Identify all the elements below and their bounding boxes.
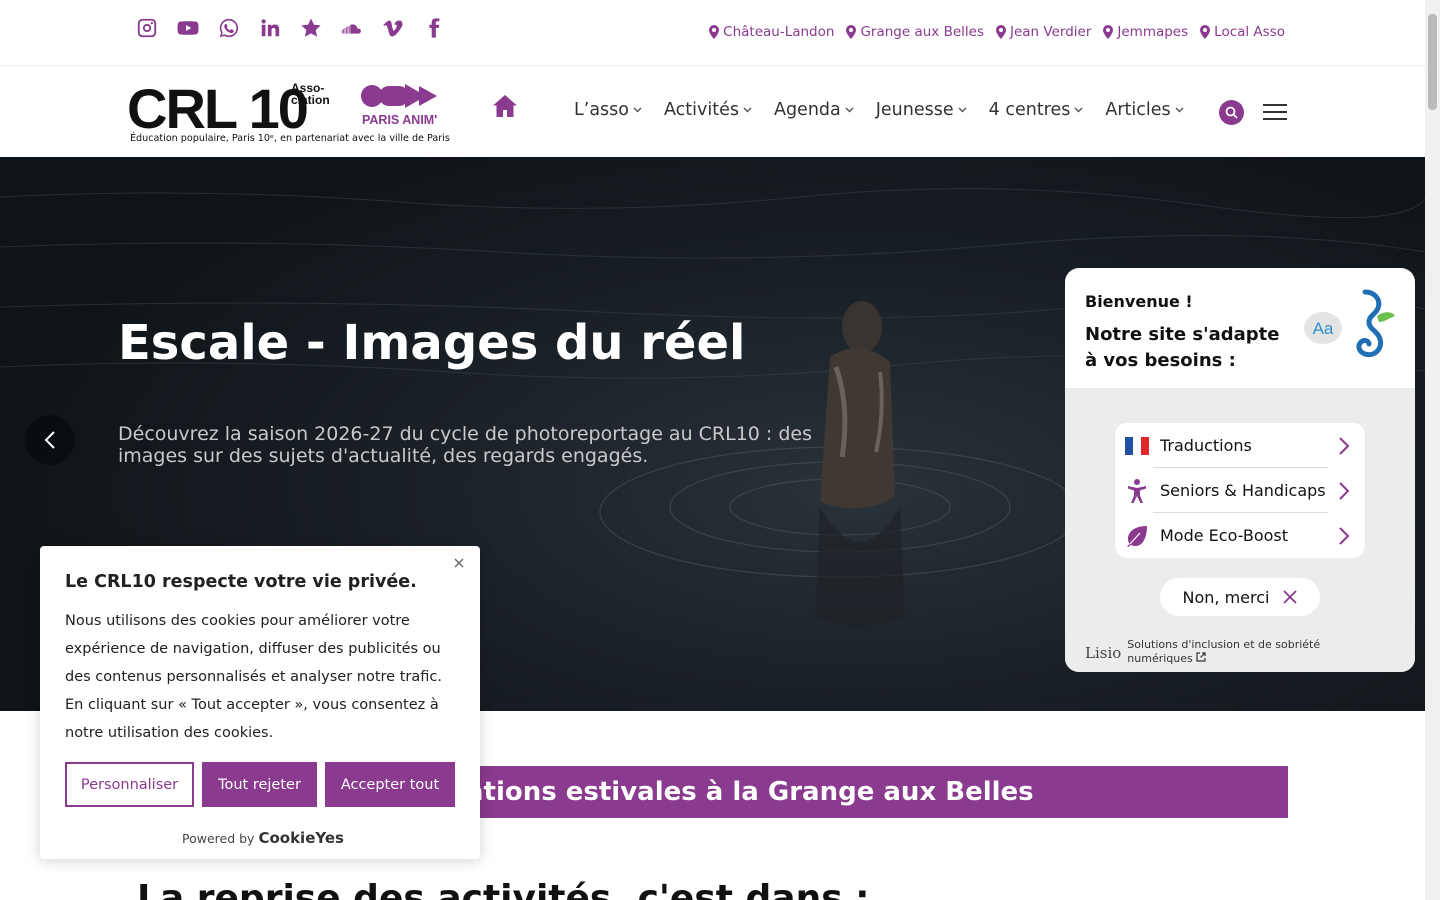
nav-item-agenda[interactable]: Agenda <box>774 100 854 120</box>
nav-item-jeunesse[interactable]: Jeunesse <box>876 100 967 120</box>
main-nav: L’asso Activités Agenda Jeunesse 4 centr… <box>574 100 1184 120</box>
cookieyes-logo: CookieYes <box>258 829 344 847</box>
cookie-text: Nous utilisons des cookies pour améliore… <box>65 613 442 741</box>
chevron-down-icon <box>633 107 642 113</box>
location-link[interactable]: Grange aux Belles <box>846 24 984 40</box>
soundcloud-icon[interactable] <box>338 14 365 41</box>
hero-description: Découvrez la saison 2026-27 du cycle de … <box>118 423 813 467</box>
section-heading: La reprise des activités, c'est dans : <box>137 878 870 900</box>
leaf-icon <box>1125 525 1149 547</box>
hero-title: Escale - Images du réel <box>118 315 746 371</box>
map-pin-icon <box>1200 25 1211 39</box>
chevron-down-icon <box>743 107 752 113</box>
cookie-buttons: Personnaliser Tout rejeter Accepter tout <box>65 762 455 807</box>
translations-option[interactable]: Traductions <box>1115 423 1365 468</box>
home-icon[interactable] <box>492 94 518 118</box>
reject-all-button[interactable]: Tout rejeter <box>202 762 317 807</box>
lisio-logo: Lisio <box>1085 644 1122 662</box>
scrollbar-thumb[interactable] <box>1428 14 1437 110</box>
nav-item-centres[interactable]: 4 centres <box>989 100 1084 120</box>
hamburger-menu-icon[interactable] <box>1263 104 1287 120</box>
map-pin-icon <box>1103 25 1114 39</box>
top-bar: Château-Landon Grange aux Belles Jean Ve… <box>0 0 1425 66</box>
chevron-right-icon <box>1339 436 1350 455</box>
search-icon <box>1225 106 1238 119</box>
nav-item-asso[interactable]: L’asso <box>574 100 642 120</box>
main-header: CRL 10 Asso- ciation PARIS ANIM' Éducati… <box>0 66 1425 157</box>
seahorse-mascot-icon: Aa <box>1304 289 1395 358</box>
chevron-left-icon <box>44 431 55 449</box>
chevron-down-icon <box>1175 107 1184 113</box>
lisio-options-menu: Traductions Seniors & Handicaps Mode Eco… <box>1115 423 1365 558</box>
chevron-right-icon <box>1339 481 1350 500</box>
customize-button[interactable]: Personnaliser <box>65 762 194 807</box>
scrollbar-track[interactable] <box>1425 0 1440 900</box>
french-flag-icon <box>1125 435 1149 457</box>
close-icon <box>1283 590 1298 604</box>
location-link[interactable]: Local Asso <box>1200 24 1285 40</box>
linkedin-icon[interactable] <box>256 14 283 41</box>
cookie-consent-dialog: Le CRL10 respecte votre vie privée. Nous… <box>40 546 480 859</box>
external-link-icon <box>1196 652 1206 662</box>
location-link[interactable]: Jemmapes <box>1103 24 1188 40</box>
map-pin-icon <box>846 25 857 39</box>
slider-prev-button[interactable] <box>25 415 75 465</box>
lisio-adapt-text: Notre site s'adapte à vos besoins : <box>1085 324 1280 371</box>
location-link[interactable]: Jean Verdier <box>995 24 1091 40</box>
logo-tagline: Éducation populaire, Paris 10ᵉ, en parte… <box>130 133 450 144</box>
lisio-accessibility-panel: Bienvenue ! Notre site s'adapte à vos be… <box>1065 268 1415 672</box>
instagram-icon[interactable] <box>133 14 160 41</box>
chevron-down-icon <box>845 107 854 113</box>
facebook-icon[interactable] <box>420 14 447 41</box>
powered-by: Powered by CookieYes <box>182 829 344 847</box>
whatsapp-icon[interactable] <box>215 14 242 41</box>
lisio-solutions-link[interactable]: Solutions d'inclusion et de sobriété num… <box>1127 638 1337 666</box>
location-link[interactable]: Château-Landon <box>709 24 834 40</box>
svg-text:CRL 10: CRL 10 <box>127 77 307 136</box>
nav-item-activites[interactable]: Activités <box>664 100 752 120</box>
svg-text:Aa: Aa <box>1313 319 1334 338</box>
cookie-title: Le CRL10 respecte votre vie privée. <box>65 572 417 592</box>
youtube-icon[interactable] <box>174 14 201 41</box>
map-pin-icon <box>709 25 720 39</box>
accept-all-button[interactable]: Accepter tout <box>325 762 455 807</box>
social-links <box>133 14 447 41</box>
eco-boost-option[interactable]: Mode Eco-Boost <box>1115 513 1365 558</box>
nav-item-articles[interactable]: Articles <box>1105 100 1184 120</box>
paris-anim-logo: PARIS ANIM' <box>361 84 437 127</box>
close-icon[interactable] <box>452 556 466 570</box>
chevron-right-icon <box>1339 526 1350 545</box>
svg-text:ciation: ciation <box>291 93 330 107</box>
chevron-down-icon <box>1074 107 1083 113</box>
lisio-footer: Lisio Solutions d'inclusion et de sobrié… <box>1085 638 1337 666</box>
accessibility-person-icon <box>1125 478 1149 503</box>
lisio-welcome: Bienvenue ! <box>1085 292 1193 311</box>
search-button[interactable] <box>1219 100 1244 125</box>
chevron-down-icon <box>958 107 967 113</box>
vimeo-icon[interactable] <box>379 14 406 41</box>
location-links: Château-Landon Grange aux Belles Jean Ve… <box>709 24 1285 40</box>
no-thanks-button[interactable]: Non, merci <box>1160 578 1320 616</box>
map-pin-icon <box>995 25 1006 39</box>
seniors-handicaps-option[interactable]: Seniors & Handicaps <box>1115 468 1365 513</box>
star-icon[interactable] <box>297 14 324 41</box>
svg-text:PARIS ANIM': PARIS ANIM' <box>362 113 437 127</box>
